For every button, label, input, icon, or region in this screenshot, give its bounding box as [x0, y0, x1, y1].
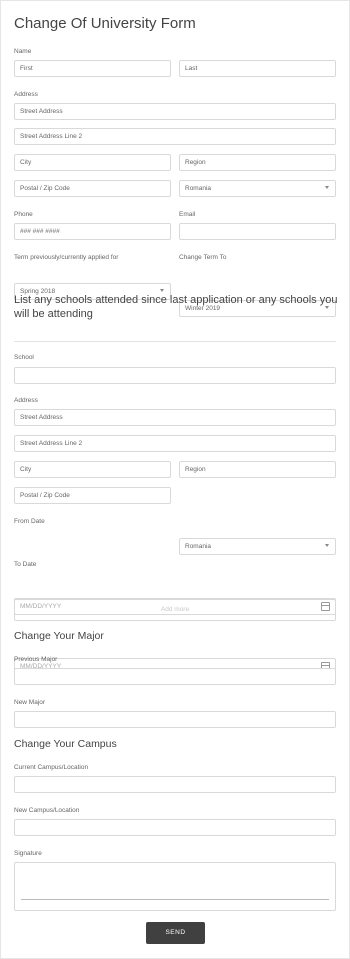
school-street-address-line2-input[interactable]: Street Address Line 2 — [14, 435, 336, 452]
email-label: Email — [179, 211, 196, 218]
current-campus-input[interactable] — [14, 776, 336, 793]
new-major-input[interactable] — [14, 711, 336, 728]
street-address-line2-input[interactable]: Street Address Line 2 — [14, 128, 336, 145]
phone-label: Phone — [14, 211, 33, 218]
new-campus-label: New Campus/Location — [14, 807, 80, 814]
current-campus-label: Current Campus/Location — [14, 764, 89, 771]
first-name-placeholder: First — [20, 65, 33, 72]
school-street-address-line2-placeholder: Street Address Line 2 — [20, 440, 83, 447]
school-region-placeholder: Region — [185, 466, 206, 473]
name-label: Name — [14, 48, 32, 55]
chevron-down-icon — [160, 289, 164, 292]
previous-major-label: Previous Major — [14, 656, 58, 663]
chevron-down-icon — [325, 544, 329, 547]
phone-input[interactable]: ### ### #### — [14, 223, 171, 240]
country-select[interactable]: Romania — [179, 180, 336, 197]
street-address-placeholder: Street Address — [20, 108, 63, 115]
school-street-address-input[interactable]: Street Address — [14, 409, 336, 426]
chevron-down-icon — [325, 186, 329, 189]
term-change-label: Change Term To — [179, 254, 227, 261]
city-input[interactable]: City — [14, 154, 171, 171]
school-region-input[interactable]: Region — [179, 461, 336, 478]
region-placeholder: Region — [185, 159, 206, 166]
postal-code-input[interactable]: Postal / Zip Code — [14, 180, 171, 197]
school-country-value: Romania — [185, 543, 212, 550]
to-date-label: To Date — [14, 561, 37, 568]
previous-major-input[interactable] — [14, 668, 336, 685]
signature-label: Signature — [14, 850, 42, 857]
new-campus-input[interactable] — [14, 819, 336, 836]
region-input[interactable]: Region — [179, 154, 336, 171]
school-city-placeholder: City — [20, 466, 32, 473]
country-value: Romania — [185, 185, 212, 192]
school-address-label: Address — [14, 397, 38, 404]
school-street-address-placeholder: Street Address — [20, 414, 63, 421]
school-postal-code-placeholder: Postal / Zip Code — [20, 492, 70, 499]
street-address-line2-placeholder: Street Address Line 2 — [20, 133, 83, 140]
school-input[interactable] — [14, 367, 336, 384]
add-more-button[interactable]: Add more — [14, 599, 336, 621]
page-title: Change Of University Form — [14, 15, 196, 32]
term-prev-label: Term previously/currently applied for — [14, 254, 119, 261]
city-placeholder: City — [20, 159, 32, 166]
school-country-select[interactable]: Romania — [179, 538, 336, 555]
school-postal-code-input[interactable]: Postal / Zip Code — [14, 487, 171, 504]
schools-heading: List any schools attended since last app… — [14, 294, 338, 320]
address-label: Address — [14, 91, 38, 98]
signature-pad[interactable] — [14, 862, 336, 911]
school-city-input[interactable]: City — [14, 461, 171, 478]
street-address-input[interactable]: Street Address — [14, 103, 336, 120]
from-date-label: From Date — [14, 518, 45, 525]
send-button[interactable]: SEND — [146, 922, 205, 944]
school-label: School — [14, 354, 34, 361]
last-name-placeholder: Last — [185, 65, 198, 72]
section-divider — [14, 341, 336, 342]
email-input[interactable] — [179, 223, 336, 240]
campus-heading: Change Your Campus — [14, 738, 117, 750]
major-heading: Change Your Major — [14, 630, 104, 642]
postal-code-placeholder: Postal / Zip Code — [20, 185, 70, 192]
new-major-label: New Major — [14, 699, 46, 706]
signature-line — [21, 899, 329, 900]
phone-placeholder: ### ### #### — [20, 228, 60, 235]
first-name-input[interactable]: First — [14, 60, 171, 77]
last-name-input[interactable]: Last — [179, 60, 336, 77]
